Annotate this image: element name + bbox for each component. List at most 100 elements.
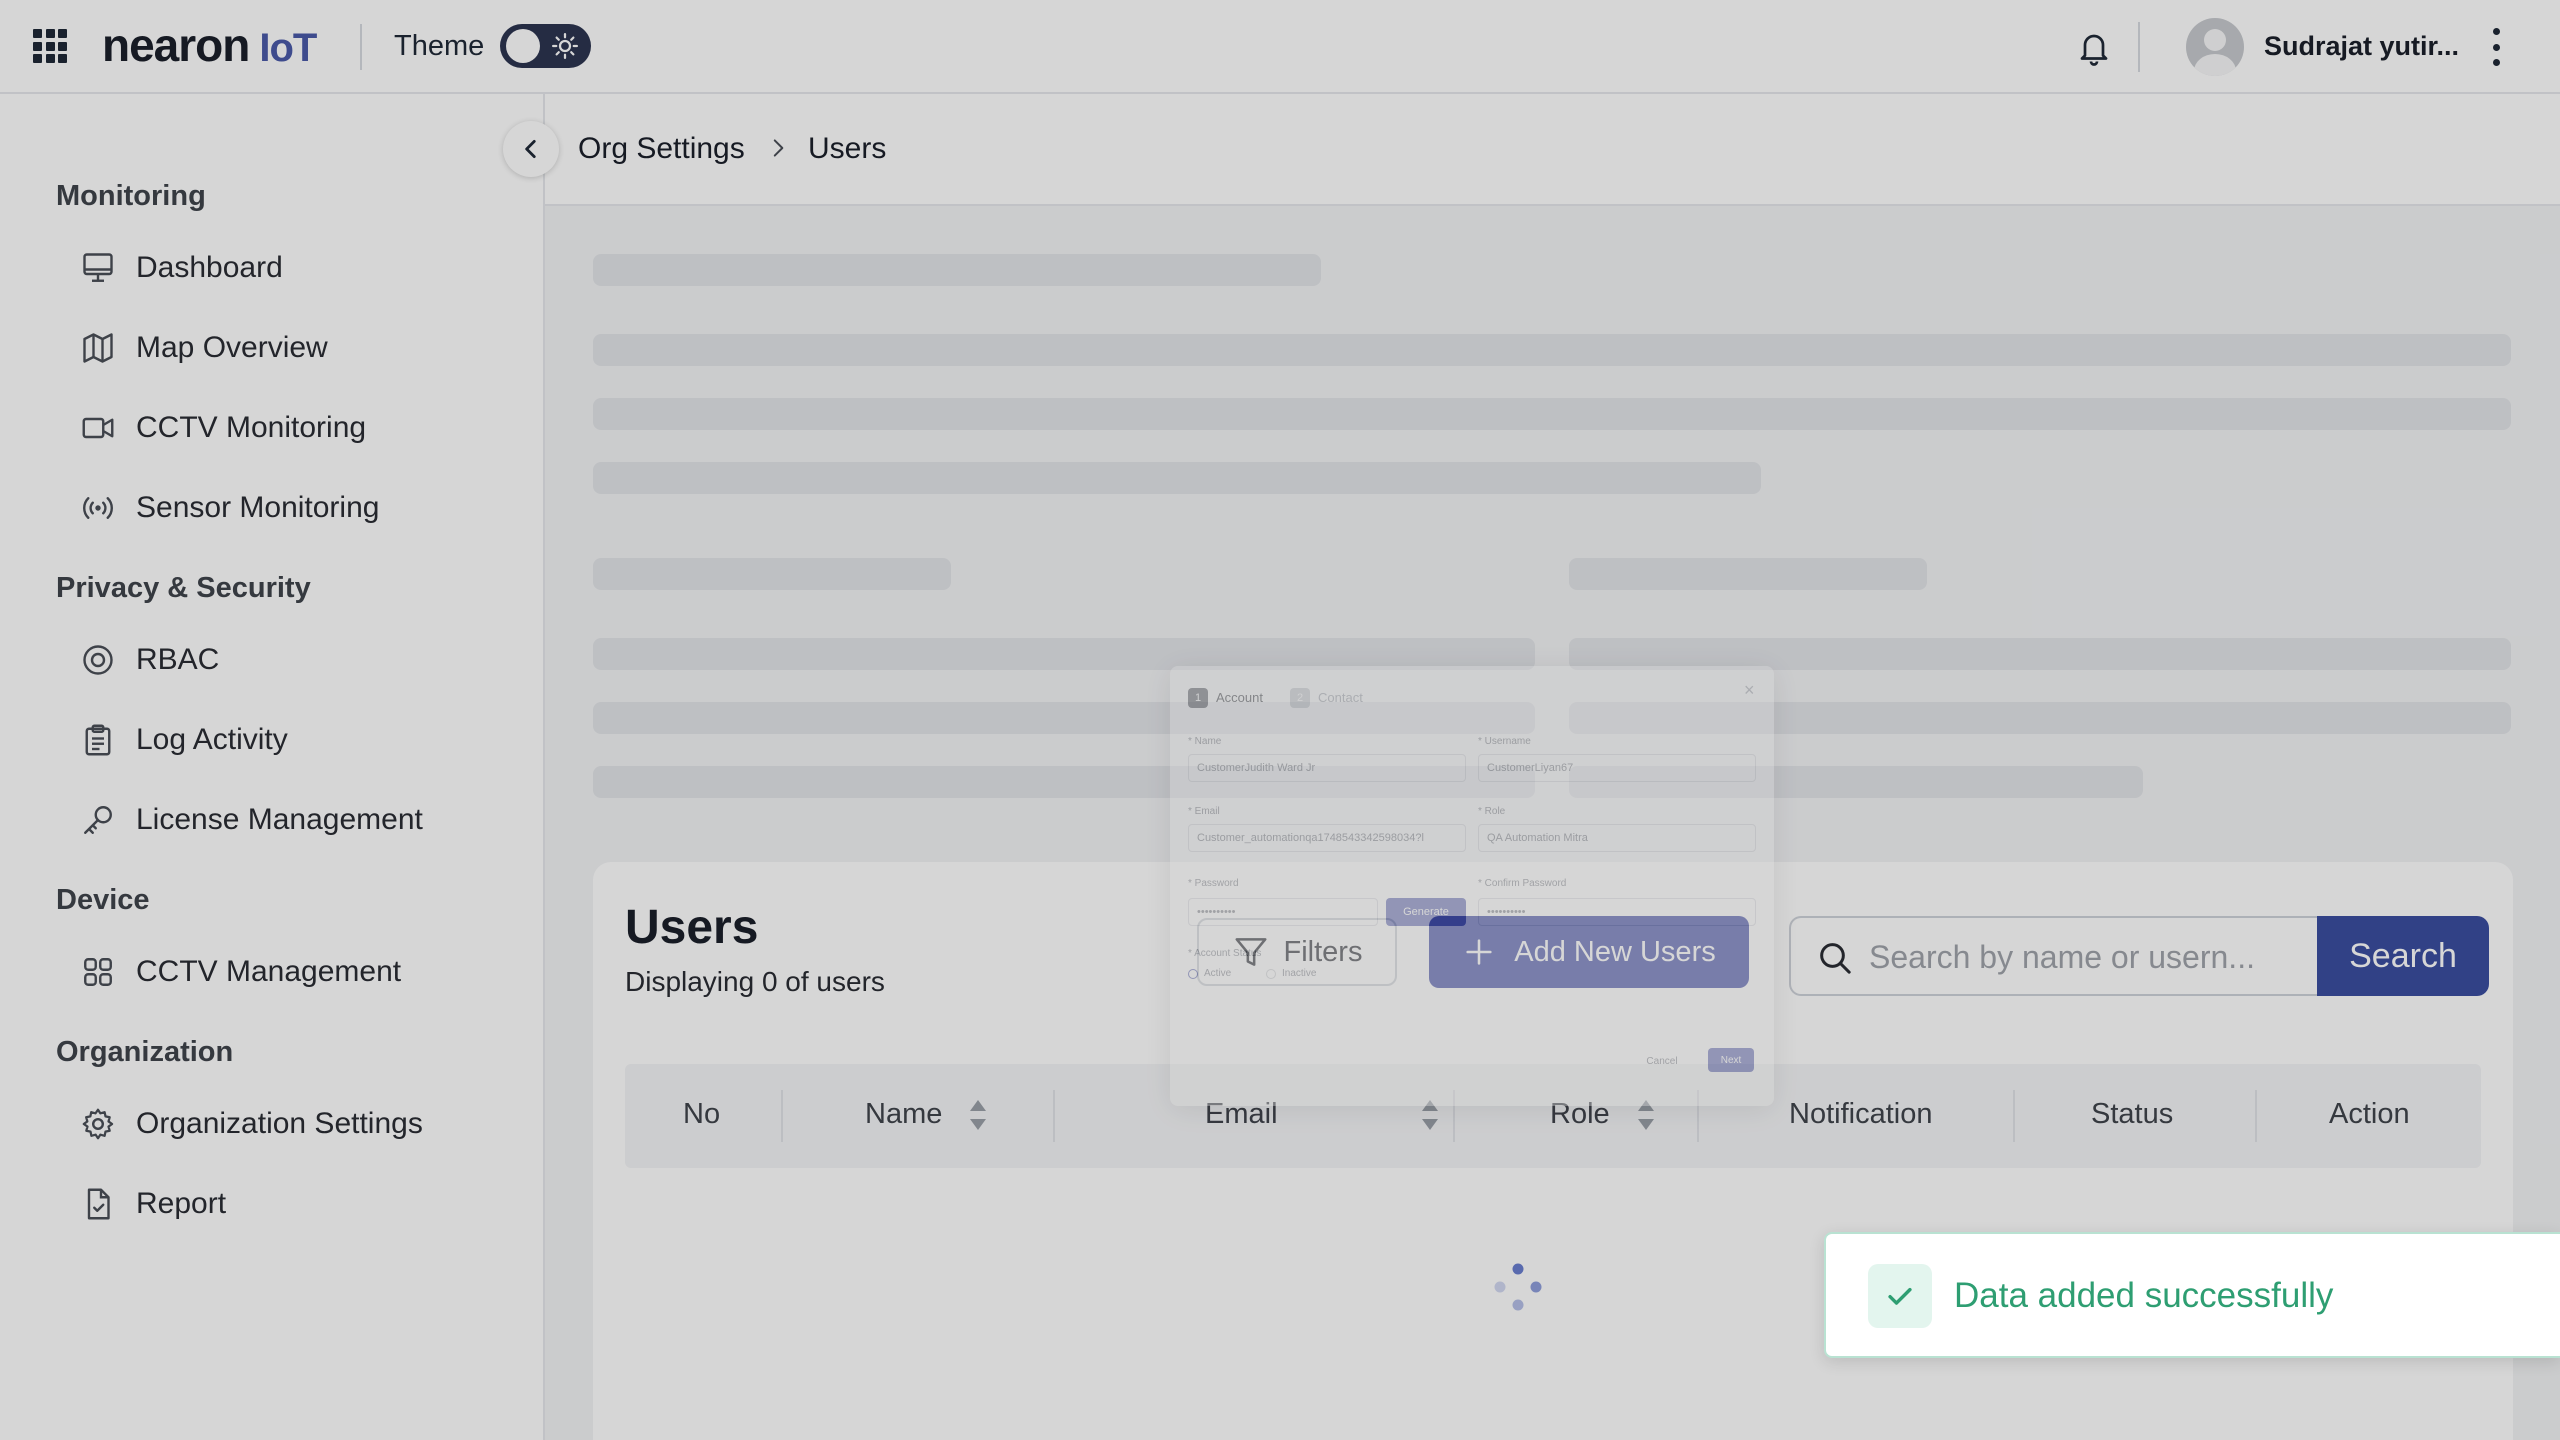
- grid-icon: [84, 958, 112, 986]
- broadcast-icon: [83, 497, 113, 519]
- email-label: * Email: [1188, 806, 1220, 817]
- name-label: * Name: [1188, 736, 1222, 747]
- sidebar-item-license-management[interactable]: License Management: [80, 796, 423, 844]
- avatar[interactable]: [2186, 18, 2244, 76]
- header-divider: [2138, 22, 2140, 72]
- section-device: Device: [56, 884, 150, 916]
- sidebar-item-label: Map Overview: [136, 331, 328, 364]
- breadcrumb-users: Users: [808, 132, 887, 165]
- sun-icon: [552, 33, 578, 59]
- sidebar-item-report[interactable]: Report: [80, 1180, 226, 1228]
- skeleton-line: [593, 558, 951, 590]
- apps-grid-icon[interactable]: [33, 29, 67, 63]
- password-field[interactable]: ••••••••••: [1188, 898, 1378, 926]
- skeleton-line: [1569, 558, 1927, 590]
- file-check-icon: [87, 1188, 110, 1220]
- chevron-left-icon: [525, 140, 536, 158]
- password-label: * Password: [1188, 878, 1239, 889]
- sidebar-item-label: CCTV Management: [136, 955, 402, 988]
- sidebar-item-label: Log Activity: [136, 723, 288, 756]
- sidebar-item-rbac[interactable]: RBAC: [80, 636, 219, 684]
- sidebar: Monitoring Dashboard Map Overview CCTV M…: [0, 94, 545, 1440]
- chevron-right-icon: [773, 139, 784, 157]
- section-monitoring: Monitoring: [56, 180, 206, 212]
- search-box: [1789, 916, 2317, 996]
- add-user-modal: 1 Account 2 Contact × * Name CustomerJud…: [1170, 666, 1774, 1106]
- name-field[interactable]: CustomerJudith Ward Jr: [1188, 754, 1466, 782]
- page-title: Users: [625, 901, 759, 954]
- sidebar-item-label: License Management: [136, 803, 423, 836]
- sidebar-item-cctv-management[interactable]: CCTV Management: [80, 948, 401, 996]
- account-status-label: * Account Status: [1188, 948, 1262, 959]
- sidebar-item-organization-settings[interactable]: Organization Settings: [80, 1100, 423, 1148]
- target-icon: [83, 645, 113, 675]
- video-icon: [82, 417, 114, 439]
- step-badge-1: 1: [1188, 688, 1208, 708]
- column-notification: Notification: [1789, 1098, 1933, 1130]
- clipboard-icon: [85, 724, 111, 756]
- breadcrumb: Org Settings Users: [503, 94, 2560, 206]
- step-badge-2: 2: [1290, 688, 1310, 708]
- bell-icon[interactable]: [2076, 28, 2112, 68]
- check-icon: [1868, 1264, 1932, 1328]
- username-field[interactable]: CustomerLiyan67: [1478, 754, 1756, 782]
- next-button[interactable]: Next: [1708, 1048, 1754, 1072]
- success-toast: Data added successfully: [1824, 1232, 2560, 1358]
- email-field[interactable]: Customer_automationqa1748543342598034?l: [1188, 824, 1466, 852]
- role-select[interactable]: QA Automation Mitra: [1478, 824, 1756, 852]
- users-count: Displaying 0 of users: [625, 966, 885, 997]
- radio-inactive[interactable]: Inactive: [1266, 968, 1316, 979]
- toast-message: Data added successfully: [1954, 1276, 2334, 1315]
- sidebar-item-log-activity[interactable]: Log Activity: [80, 716, 288, 764]
- skeleton-line: [593, 334, 2511, 366]
- sidebar-item-label: Organization Settings: [136, 1107, 423, 1140]
- sidebar-item-map-overview[interactable]: Map Overview: [80, 324, 328, 372]
- app-logo[interactable]: nearon IoT: [102, 18, 317, 72]
- column-no: No: [683, 1098, 721, 1130]
- confirm-password-label: * Confirm Password: [1478, 878, 1567, 889]
- column-action: Action: [2329, 1098, 2410, 1130]
- cancel-button[interactable]: Cancel: [1634, 1050, 1690, 1072]
- search-input[interactable]: [1869, 934, 2299, 980]
- logo-text: nearon: [102, 19, 250, 71]
- sort-icon[interactable]: [970, 1099, 987, 1130]
- role-label: * Role: [1478, 806, 1506, 817]
- column-status: Status: [2091, 1098, 2174, 1130]
- confirm-password-field[interactable]: ••••••••••: [1478, 898, 1756, 926]
- breadcrumb-org-settings[interactable]: Org Settings: [578, 132, 745, 166]
- sidebar-item-label: RBAC: [136, 643, 220, 676]
- theme-label: Theme: [394, 30, 485, 62]
- logo-suffix: IoT: [259, 26, 317, 70]
- monitor-icon: [83, 253, 113, 282]
- username-label: * Username: [1478, 736, 1531, 747]
- search-icon: [1820, 943, 1851, 974]
- header-divider: [360, 24, 362, 70]
- sidebar-item-label: Dashboard: [136, 251, 283, 284]
- step-label-account: Account: [1216, 690, 1263, 705]
- sidebar-item-dashboard[interactable]: Dashboard: [80, 244, 283, 292]
- sidebar-item-label: Report: [136, 1187, 227, 1220]
- sidebar-item-label: CCTV Monitoring: [136, 411, 367, 444]
- loading-spinner-icon: [1494, 1263, 1542, 1311]
- search-button[interactable]: Search: [2317, 916, 2489, 996]
- toggle-knob: [506, 29, 540, 63]
- user-name[interactable]: Sudrajat yutir...: [2264, 31, 2459, 62]
- map-icon: [83, 333, 113, 363]
- sidebar-item-cctv-monitoring[interactable]: CCTV Monitoring: [80, 404, 366, 452]
- collapse-sidebar-button[interactable]: [503, 121, 559, 177]
- close-icon[interactable]: ×: [1744, 680, 1755, 701]
- section-organization: Organization: [56, 1036, 234, 1068]
- top-bar: nearon IoT Theme Sudrajat yutir...: [0, 0, 2560, 94]
- skeleton-line: [593, 398, 2511, 430]
- more-vertical-icon[interactable]: [2490, 28, 2502, 66]
- column-name[interactable]: Name: [865, 1098, 987, 1131]
- section-privacy-security: Privacy & Security: [56, 572, 311, 604]
- sidebar-item-sensor-monitoring[interactable]: Sensor Monitoring: [80, 484, 379, 532]
- sidebar-item-label: Sensor Monitoring: [136, 491, 380, 524]
- theme-toggle[interactable]: [500, 24, 591, 68]
- radio-active[interactable]: Active: [1188, 968, 1231, 979]
- skeleton-line: [593, 254, 1321, 286]
- generate-button[interactable]: Generate: [1386, 898, 1466, 926]
- skeleton-line: [593, 462, 1761, 494]
- step-label-contact: Contact: [1318, 690, 1363, 705]
